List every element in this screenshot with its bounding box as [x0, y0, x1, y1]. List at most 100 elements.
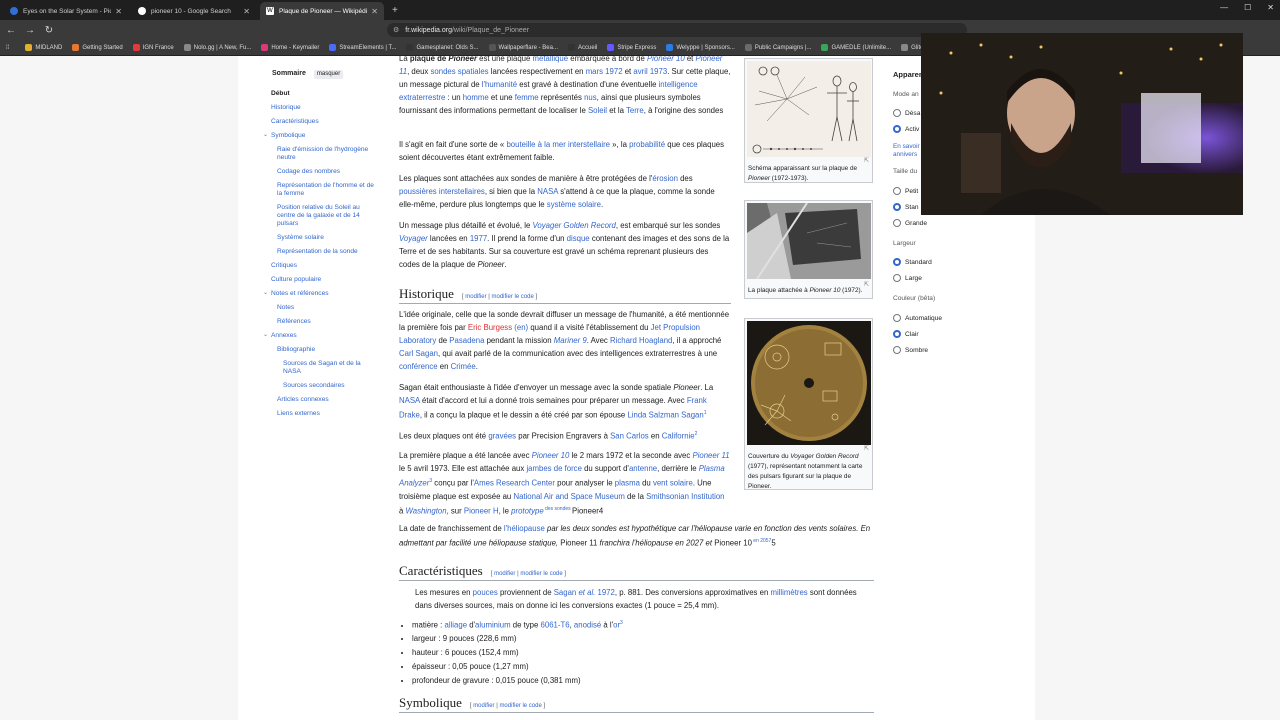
toc-item[interactable]: Liens externes [277, 410, 377, 418]
edit-link[interactable]: modifier [473, 703, 494, 709]
new-tab-button[interactable]: + [392, 2, 398, 20]
article-link[interactable]: Voyager Golden Record [533, 221, 616, 230]
toc-item[interactable]: Symbolique [271, 132, 371, 140]
article-link[interactable]: Pioneer 10 [647, 56, 685, 63]
back-icon[interactable]: ← [3, 25, 19, 36]
toc-item[interactable]: Bibliographie [277, 346, 377, 354]
article-link[interactable]: érosion [652, 174, 678, 183]
close-window-icon[interactable]: ✕ [1267, 3, 1274, 12]
article-link[interactable]: Washington [406, 506, 447, 515]
close-icon[interactable]: ✕ [115, 7, 122, 16]
article-link[interactable]: probabilité [629, 140, 665, 149]
toc-item[interactable]: Critiques [271, 262, 371, 270]
article-link[interactable]: 1977 [470, 234, 487, 243]
radio-button[interactable] [893, 203, 901, 211]
edit-code-link[interactable]: modifier le code [491, 294, 533, 300]
anniversary-link[interactable]: En savoir [893, 143, 920, 151]
radio-option[interactable]: Activ [893, 125, 919, 133]
browser-tab[interactable]: pioneer 10 - Google Search ✕ [132, 2, 256, 20]
toc-item[interactable]: Codage des nombres [277, 168, 377, 176]
edit-link[interactable]: modifier [494, 571, 515, 577]
radio-option[interactable]: Sombre [893, 346, 928, 354]
article-link[interactable]: Sagan [554, 588, 579, 597]
bookmark-item[interactable]: Stripe Express [607, 44, 656, 51]
article-link[interactable]: 6061-T6 [541, 621, 570, 630]
article-link[interactable]: Californie [662, 432, 695, 441]
article-link[interactable]: aluminium [475, 621, 511, 630]
bookmark-item[interactable]: Home - Keymailer [261, 44, 319, 51]
article-link[interactable]: l'héliopause [504, 524, 545, 533]
maximize-icon[interactable]: ☐ [1244, 3, 1251, 12]
chevron-down-icon[interactable]: ⌄ [263, 289, 268, 296]
article-link[interactable]: Ames Research Center [474, 479, 555, 488]
radio-button[interactable] [893, 314, 901, 322]
article-link[interactable]: Pasadena [449, 336, 484, 345]
article-link[interactable]: avril 1973 [633, 67, 667, 76]
radio-button[interactable] [893, 274, 901, 282]
article-link[interactable]: et al. [578, 588, 595, 597]
radio-option[interactable]: Désa [893, 109, 920, 117]
bookmark-item[interactable]: Welyppe | Sponsors... [666, 44, 735, 51]
toc-item[interactable]: Notes et références [271, 290, 371, 298]
toc-item[interactable]: Historique [271, 104, 371, 112]
toc-item[interactable]: Culture populaire [271, 276, 371, 284]
article-link[interactable]: 3 [620, 620, 623, 626]
radio-option[interactable]: Grande [893, 219, 927, 227]
radio-button[interactable] [893, 346, 901, 354]
radio-option[interactable]: Petit [893, 187, 918, 195]
article-link[interactable]: Soleil [588, 106, 607, 115]
address-bar[interactable]: ⚙ fr.wikipedia.org/wiki/Plaque_de_Pioneer [387, 23, 967, 37]
article-link[interactable]: Pioneer 10 [532, 451, 570, 460]
article-link[interactable]: millimètres [770, 588, 807, 597]
article-link[interactable]: 1972 [595, 588, 615, 597]
article-link[interactable]: anodisé [574, 621, 601, 630]
article-link[interactable]: poussières interstellaires [399, 187, 485, 196]
minimize-icon[interactable]: — [1220, 3, 1228, 12]
toc-item[interactable]: Raie d'émission de l'hydrogène neutre [277, 146, 377, 162]
bookmark-item[interactable]: IGN France [132, 44, 174, 51]
article-link[interactable]: Linda Salzman Sagan [627, 411, 703, 420]
article-link[interactable]: San Carlos [610, 432, 649, 441]
radio-button[interactable] [893, 125, 901, 133]
pioneer-plaque-image[interactable] [747, 61, 871, 157]
toc-item[interactable]: Caractéristiques [271, 118, 371, 126]
radio-option[interactable]: Automatique [893, 314, 942, 322]
article-link[interactable]: NASA [399, 396, 420, 405]
article-link[interactable]: 1 [704, 410, 707, 416]
toc-item[interactable]: Articles connexes [277, 396, 377, 404]
article-link[interactable]: Smithsonian Institution [646, 492, 724, 501]
edit-code-link[interactable]: modifier le code [520, 571, 562, 577]
toc-item[interactable]: Sources secondaires [283, 382, 363, 390]
article-link[interactable]: pouces [473, 588, 498, 597]
expand-icon[interactable]: ⇱ [864, 281, 869, 288]
edit-link[interactable]: modifier [465, 294, 486, 300]
apps-icon[interactable]: ⁞⁞ [6, 45, 9, 51]
radio-option[interactable]: Large [893, 274, 922, 282]
article-link[interactable]: mars 1972 [586, 67, 623, 76]
radio-button[interactable] [893, 330, 901, 338]
bookmark-item[interactable]: GAMEDLE (Unlimite... [821, 44, 891, 51]
article-link[interactable]: sondes spatiales [431, 67, 489, 76]
article-link[interactable]: prototype [511, 506, 544, 515]
plaque-attached-photo[interactable] [747, 202, 871, 280]
close-icon[interactable]: ✕ [371, 7, 378, 16]
site-info-icon[interactable]: ⚙ [393, 26, 399, 34]
bookmark-item[interactable]: Getting Started [72, 44, 123, 51]
bookmark-item[interactable]: StreamElements | T... [329, 44, 396, 51]
toc-item[interactable]: Représentation de la sonde [277, 248, 377, 256]
article-link[interactable]: alliage [445, 621, 468, 630]
radio-option[interactable]: Standard [893, 258, 932, 266]
bookmark-item[interactable]: Gamesplanet: Olds S... [406, 44, 479, 51]
radio-button[interactable] [893, 109, 901, 117]
article-link[interactable]: Carl Sagan [399, 349, 438, 358]
toc-item[interactable]: Position relative du Soleil au centre de… [277, 204, 377, 228]
toc-item[interactable]: Annexes [271, 332, 371, 340]
article-link[interactable]: antenne [629, 464, 657, 473]
browser-tab-active[interactable]: W Plaque de Pioneer — Wikipédia ✕ [260, 2, 384, 20]
article-link[interactable]: nus [584, 93, 597, 102]
radio-button[interactable] [893, 219, 901, 227]
radio-option[interactable]: Stan [893, 203, 919, 211]
bookmark-item[interactable]: Nolo.gg | A New, Fu... [183, 44, 251, 51]
article-link[interactable]: National Air and Space Museum [513, 492, 624, 501]
close-icon[interactable]: ✕ [243, 7, 250, 16]
